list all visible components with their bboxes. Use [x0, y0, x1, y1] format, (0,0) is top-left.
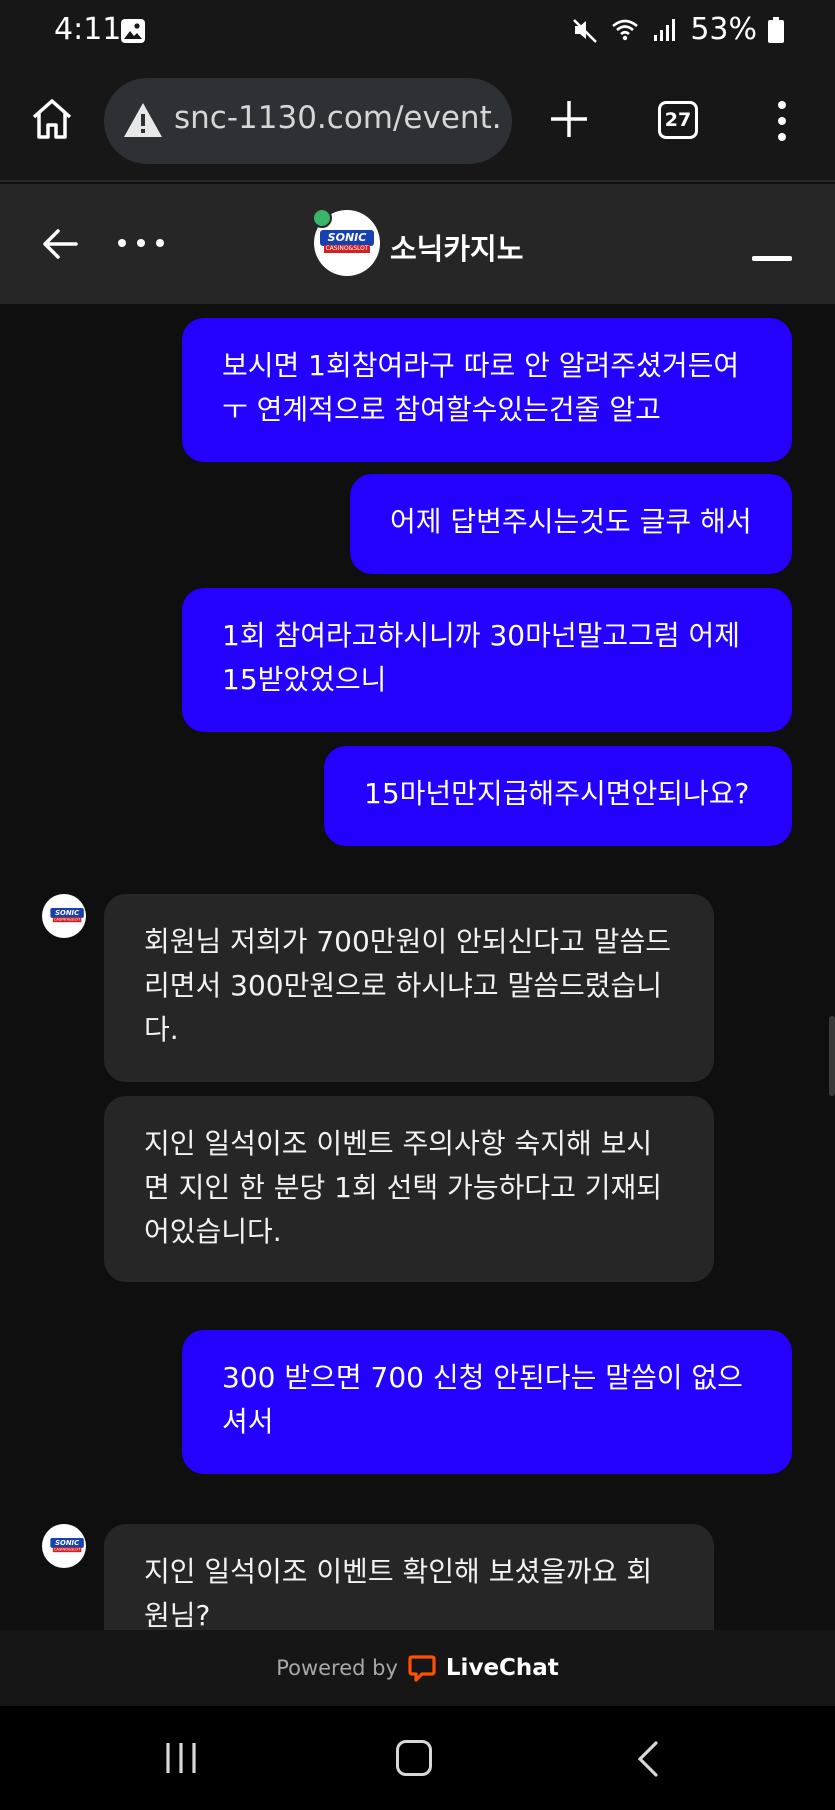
home-circle-icon[interactable] — [396, 1740, 432, 1776]
message-line: 리면서 300만원으로 하시냐고 말씀드렸습니 — [144, 969, 663, 1002]
message-line: 1회 참여라고하시니까 30마넌말고그럼 어제 — [222, 619, 741, 652]
message-line: 원님? — [144, 1599, 211, 1630]
wifi-icon — [612, 19, 639, 40]
message-line: 지인 일석이조 이벤트 확인해 보셨을까요 회 — [144, 1555, 653, 1588]
back-chevron-icon[interactable] — [636, 1740, 660, 1778]
message-agent: 지인 일석이조 이벤트 주의사항 숙지해 보시 면 지인 한 분당 1회 선택 … — [104, 1096, 714, 1282]
message-agent: 회원님 저희가 700만원이 안되신다고 말씀드 리면서 300만원으로 하시냐… — [104, 894, 714, 1082]
message-user: 300 받으면 700 신청 안된다는 말씀이 없으 셔서 — [182, 1330, 792, 1474]
message-line: 회원님 저희가 700만원이 안되신다고 말씀드 — [144, 925, 671, 958]
battery-icon — [768, 16, 784, 43]
url-text[interactable]: snc-1130.com/event. — [174, 100, 500, 136]
plus-icon[interactable] — [548, 98, 590, 140]
sonic-logo: SONIC CASINO&SLOT — [50, 907, 84, 924]
minimize-icon[interactable] — [752, 256, 792, 261]
signal-icon — [654, 18, 676, 41]
menu-icon[interactable] — [772, 99, 792, 143]
powered-by-footer: Powered by LiveChat — [0, 1630, 835, 1706]
recents-icon[interactable] — [164, 1740, 198, 1776]
message-line: 보시면 1회참여라구 따로 안 알려주셨거든여 — [222, 349, 740, 382]
message-user: 어제 답변주시는것도 글쿠 해서 — [350, 474, 792, 574]
message-user: 15마넌만지급해주시면안되나요? — [324, 746, 792, 846]
message-line: 15마넌만지급해주시면안되나요? — [364, 777, 750, 810]
message-line: 지인 일석이조 이벤트 주의사항 숙지해 보시 — [144, 1127, 653, 1160]
battery-percent: 53% — [690, 12, 757, 47]
address-bar[interactable]: snc-1130.com/event. — [104, 78, 512, 164]
agent-name: 소닉카지노 — [390, 232, 524, 266]
message-user: 1회 참여라고하시니까 30마넌말고그럼 어제 15받았었으니 — [182, 588, 792, 732]
scrollbar-thumb[interactable] — [829, 1016, 835, 1096]
livechat-brand[interactable]: LiveChat — [446, 1655, 559, 1681]
message-user: 보시면 1회참여라구 따로 안 알려주셨거든여 ㅜ 연계적으로 참여할수있는건줄… — [182, 318, 792, 462]
mute-icon — [573, 18, 598, 43]
tabs-icon[interactable]: 27 — [658, 101, 698, 139]
home-icon[interactable] — [28, 95, 76, 143]
sonic-logo: SONIC CASINO&SLOT — [50, 1537, 84, 1554]
more-dots-icon[interactable] — [116, 236, 166, 250]
message-line: 15받았었으니 — [222, 663, 387, 696]
agent-avatar: SONIC CASINO&SLOT — [42, 1524, 86, 1568]
system-nav-bar — [0, 1706, 835, 1810]
message-line: 다. — [144, 1013, 179, 1046]
message-line: 어제 답변주시는것도 글쿠 해서 — [390, 505, 752, 538]
status-time: 4:11 — [54, 12, 122, 47]
message-line: 300 받으면 700 신청 안된다는 말씀이 없으 — [222, 1361, 743, 1394]
livechat-logo-icon — [408, 1655, 436, 1682]
status-bar: 4:11 53% — [0, 0, 835, 64]
message-line: 셔서 — [222, 1405, 274, 1438]
gallery-icon — [121, 19, 145, 43]
chat-header: SONIC CASINO&SLOT 소닉카지노 — [0, 184, 835, 304]
powered-by-label: Powered by — [276, 1656, 398, 1680]
warning-icon[interactable] — [122, 100, 164, 140]
back-arrow-icon[interactable] — [40, 224, 80, 264]
sonic-logo: SONIC CASINO&SLOT — [320, 230, 374, 256]
message-list[interactable]: 보시면 1회참여라구 따로 안 알려주셨거든여 ㅜ 연계적으로 참여할수있는건줄… — [0, 304, 835, 1630]
message-line: ㅜ 연계적으로 참여할수있는건줄 알고 — [222, 393, 661, 426]
agent-avatar: SONIC CASINO&SLOT — [42, 894, 86, 938]
tab-count: 27 — [664, 109, 692, 131]
online-status-dot — [312, 208, 332, 228]
browser-toolbar: snc-1130.com/event. 27 — [0, 64, 835, 182]
message-line: 면 지인 한 분당 1회 선택 가능하다고 기재되 — [144, 1171, 663, 1204]
message-line: 어있습니다. — [144, 1215, 282, 1248]
message-agent: 지인 일석이조 이벤트 확인해 보셨을까요 회 원님? — [104, 1524, 714, 1630]
